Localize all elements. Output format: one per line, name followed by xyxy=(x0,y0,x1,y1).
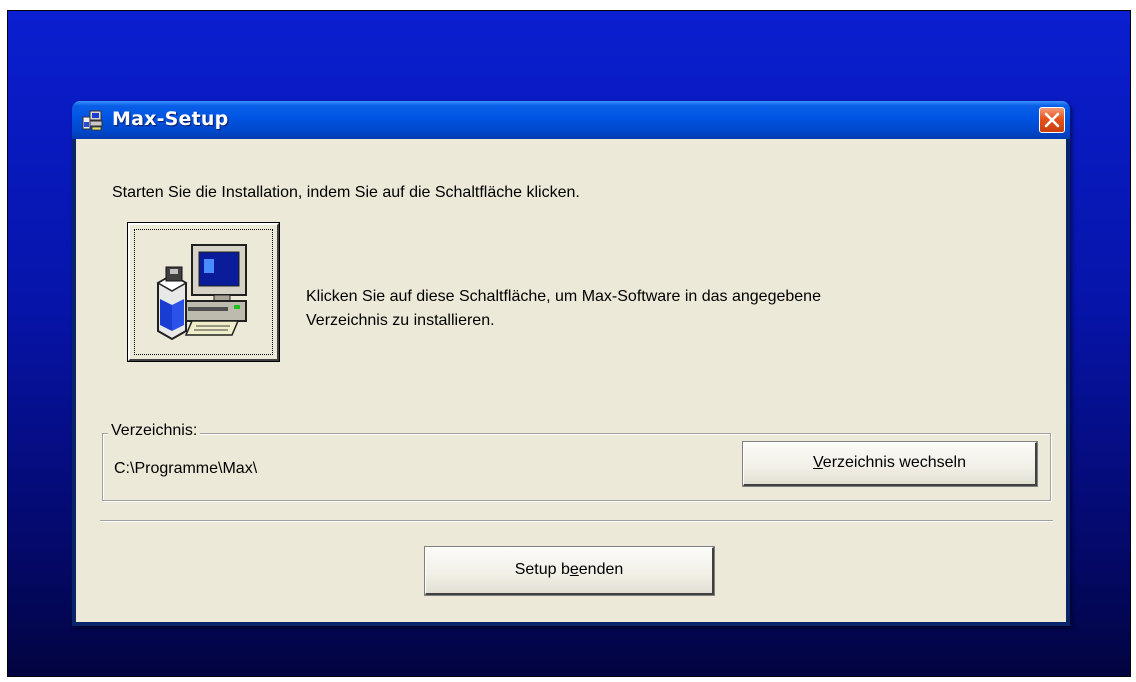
exit-setup-button[interactable]: Setup beenden xyxy=(424,546,715,596)
change-directory-mnemonic: V xyxy=(813,454,823,471)
install-description-line-2: Verzeichnis zu installieren. xyxy=(306,312,495,329)
close-icon xyxy=(1044,112,1060,128)
intro-text: Starten Sie die Installation, indem Sie … xyxy=(112,184,580,201)
setup-app-icon xyxy=(82,110,103,131)
close-button[interactable] xyxy=(1039,107,1065,133)
change-directory-button[interactable]: Verzeichnis wechseln xyxy=(742,441,1038,487)
desktop-frame: Max-Setup Starten Sie die Installation, … xyxy=(7,10,1131,677)
install-button[interactable] xyxy=(127,222,280,362)
exit-label-pre: Setup b xyxy=(514,561,570,578)
title-bar[interactable]: Max-Setup xyxy=(72,101,1070,139)
install-description-line-1: Klicken Sie auf diese Schaltfläche, um M… xyxy=(306,288,821,305)
install-description: Klicken Sie auf diese Schaltfläche, um M… xyxy=(306,285,1006,333)
setup-dialog: Max-Setup Starten Sie die Installation, … xyxy=(72,101,1070,626)
exit-label-post: enden xyxy=(578,561,624,578)
window-title: Max-Setup xyxy=(112,108,229,130)
setup-computer-icon xyxy=(156,244,247,341)
directory-path: C:\Programme\Max\ xyxy=(114,460,258,477)
exit-label-mnemonic: e xyxy=(569,561,579,578)
separator-line xyxy=(100,520,1053,522)
directory-group-label: Verzeichnis: xyxy=(108,422,201,440)
dialog-client-area: Starten Sie die Installation, indem Sie … xyxy=(76,139,1066,622)
change-directory-label: erzeichnis wechseln xyxy=(822,454,966,471)
